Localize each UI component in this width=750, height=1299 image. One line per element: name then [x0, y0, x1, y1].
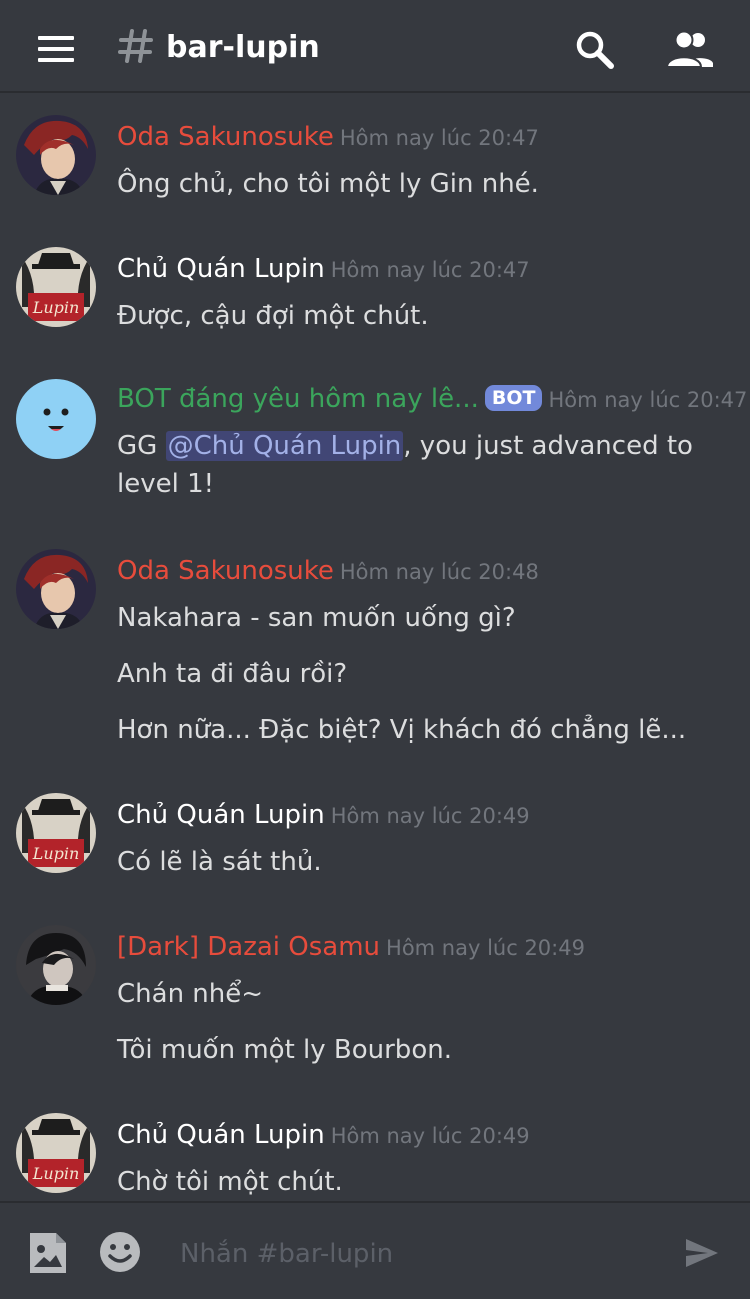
message-text: Được, cậu đợi một chút.	[117, 301, 429, 331]
message-text: Nakahara - san muốn uống gì?	[117, 603, 516, 633]
lupin-sign-text: Lupin	[32, 1164, 80, 1183]
timestamp: Hôm nay lúc 20:47	[339, 126, 539, 150]
avatar[interactable]: Lupin	[16, 247, 96, 327]
menu-icon[interactable]	[38, 36, 74, 62]
message-text: Hơn nữa... Đặc biệt? Vị khách đó chẳng l…	[117, 715, 687, 745]
channel-header: bar-lupin	[0, 0, 750, 93]
author-name[interactable]: Chủ Quán Lupin	[117, 800, 325, 830]
author-name[interactable]: Chủ Quán Lupin	[117, 1120, 325, 1150]
author-name[interactable]: Chủ Quán Lupin	[117, 254, 325, 284]
timestamp: Hôm nay lúc 20:49	[330, 804, 530, 828]
timestamp: Hôm nay lúc 20:48	[339, 560, 539, 584]
avatar[interactable]: Lupin	[16, 793, 96, 873]
avatar[interactable]	[16, 925, 96, 1005]
user-mention[interactable]: @Chủ Quán Lupin	[165, 431, 404, 461]
search-icon[interactable]	[574, 29, 614, 69]
timestamp: Hôm nay lúc 20:49	[330, 1124, 530, 1148]
message-text: Anh ta đi đâu rồi?	[117, 659, 348, 689]
channel-title: bar-lupin	[166, 30, 320, 65]
members-icon[interactable]	[666, 29, 714, 69]
send-icon[interactable]	[684, 1237, 720, 1269]
avatar[interactable]	[16, 379, 96, 459]
timestamp: Hôm nay lúc 20:49	[386, 936, 585, 960]
message-composer	[0, 1201, 750, 1299]
message-input[interactable]	[178, 1233, 662, 1275]
message-text-suffix: , you just advanced to	[403, 431, 693, 461]
message-text: Chờ tôi một chút.	[117, 1167, 343, 1197]
message-text: Có lẽ là sát thủ.	[117, 847, 322, 877]
emoji-icon[interactable]	[99, 1231, 141, 1273]
message-text: Chán nhể~	[117, 979, 264, 1009]
hash-icon	[118, 29, 153, 63]
author-name[interactable]: Oda Sakunosuke	[117, 556, 334, 586]
author-name[interactable]: Oda Sakunosuke	[117, 122, 334, 152]
avatar[interactable]	[16, 115, 96, 195]
message-list: Oda Sakunosuke Hôm nay lúc 20:47 Ông chủ,…	[0, 95, 750, 1201]
timestamp: Hôm nay lúc 20:47	[330, 258, 530, 282]
avatar[interactable]	[16, 549, 96, 629]
avatar[interactable]: Lupin	[16, 1113, 96, 1193]
timestamp: Hôm nay lúc 20:47	[548, 388, 748, 412]
lupin-sign-text: Lupin	[32, 298, 80, 317]
author-name[interactable]: BOT đáng yêu hôm nay lê...	[117, 384, 479, 414]
bot-badge: BOT	[484, 385, 543, 411]
message-text: Tôi muốn một ly Bourbon.	[117, 1035, 452, 1065]
message-text-prefix: GG	[117, 431, 166, 461]
lupin-sign-text: Lupin	[32, 844, 80, 863]
message-text: level 1!	[117, 469, 215, 499]
author-name[interactable]: [Dark] Dazai Osamu	[117, 932, 380, 962]
message-text: Ông chủ, cho tôi một ly Gin nhé.	[117, 169, 539, 199]
message-text: GG @Chủ Quán Lupin, you just advanced to	[117, 431, 693, 461]
image-icon[interactable]	[28, 1231, 68, 1275]
